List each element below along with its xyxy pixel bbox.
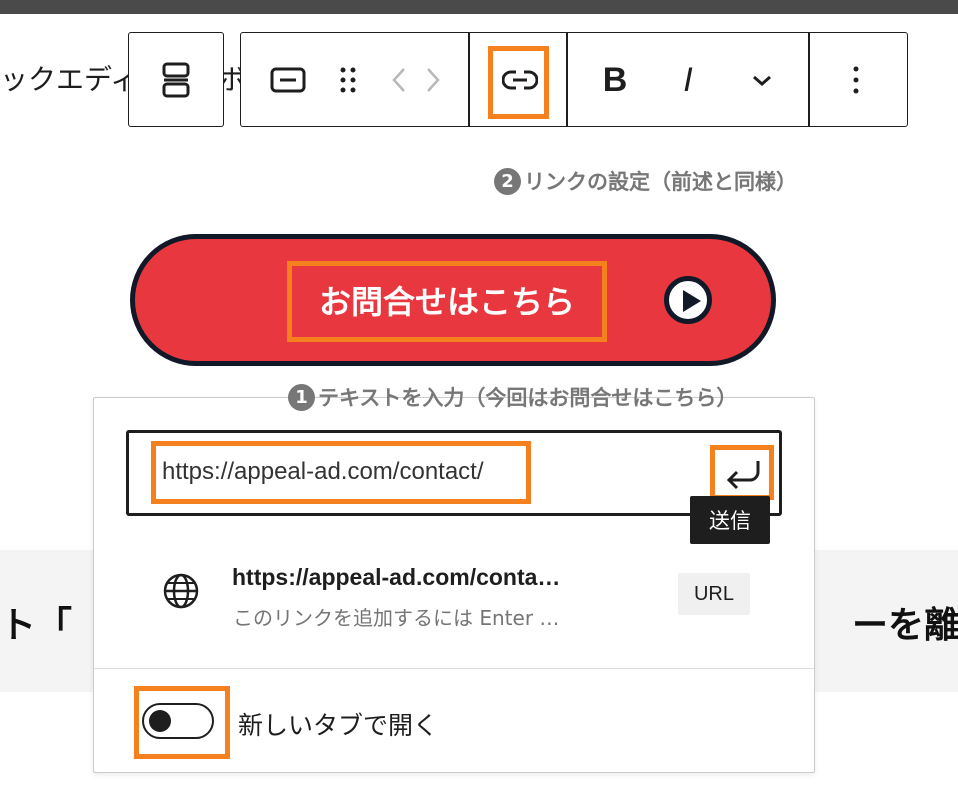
button-block-button[interactable] [262, 56, 314, 104]
editor-heading: ト「 ーを離 [0, 605, 958, 646]
toolbar-separator [566, 33, 568, 126]
globe-icon [162, 572, 200, 614]
step-number: 1 [288, 383, 315, 411]
cta-button-label[interactable]: お問合せはこちら [296, 268, 598, 332]
suggestion-subtitle: このリンクを追加するには Enter … [233, 606, 560, 630]
link-button[interactable] [496, 52, 544, 108]
annotation-text: テキストを入力（今回はお問合せはこちら） [318, 386, 738, 410]
chevron-left-icon [392, 68, 405, 92]
popover-divider [94, 668, 814, 669]
more-vertical-icon [853, 66, 859, 94]
step-number: 2 [494, 167, 521, 195]
toolbar-separator [808, 33, 810, 126]
suggestion-type-badge: URL [678, 573, 750, 615]
suggestion-title[interactable]: https://appeal-ad.com/conta… [232, 564, 560, 591]
chevron-right-icon [427, 68, 440, 92]
move-left-button[interactable] [384, 56, 414, 104]
window-top-bar [0, 0, 958, 14]
play-circle-icon [664, 276, 712, 324]
block-type-button[interactable] [148, 52, 204, 108]
more-formatting-button[interactable] [740, 56, 784, 104]
bold-button[interactable]: B [590, 52, 640, 108]
toolbar-separator [468, 33, 470, 126]
url-input-value[interactable]: https://appeal-ad.com/contact/ [162, 458, 484, 486]
annotation-text: リンクの設定（前述と同様） [524, 170, 797, 194]
button-block-icon [270, 67, 306, 93]
annotation-step-1: 1 テキストを入力（今回はお問合せはこちら） [288, 382, 737, 412]
editor-text: ックエディボ [0, 63, 247, 96]
drag-handle-icon [340, 67, 356, 93]
new-tab-label: 新しいタブで開く [238, 711, 439, 740]
options-button[interactable] [832, 52, 880, 108]
enter-return-icon [726, 461, 760, 490]
submit-tooltip: 送信 [690, 496, 770, 544]
chevron-down-icon [753, 75, 771, 86]
drag-handle[interactable] [330, 56, 366, 104]
submit-button[interactable] [718, 452, 770, 498]
annotation-step-2: 2 リンクの設定（前述と同様） [494, 166, 797, 196]
stack-icon [162, 62, 190, 98]
bold-icon: B [602, 60, 628, 99]
toggle-knob [149, 710, 171, 732]
link-icon [502, 70, 538, 90]
italic-icon: I [683, 60, 693, 99]
new-tab-toggle[interactable] [142, 703, 214, 739]
italic-button[interactable]: I [664, 52, 712, 108]
move-right-button[interactable] [418, 56, 448, 104]
